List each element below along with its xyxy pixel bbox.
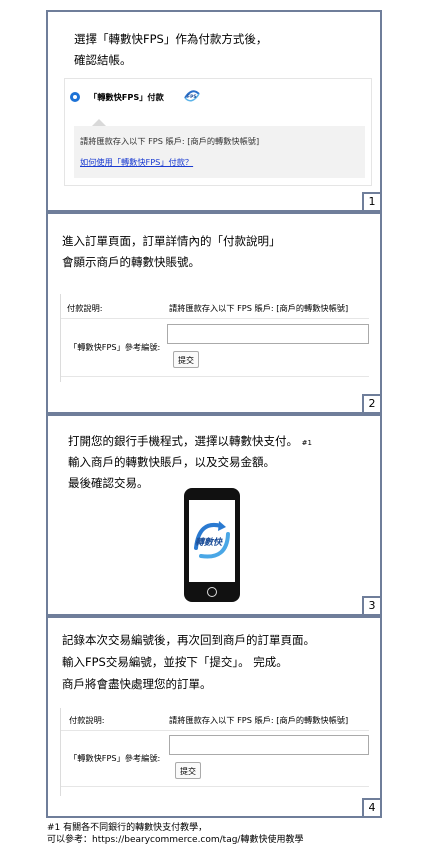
- form-divider: [61, 786, 369, 787]
- payment-note-label: 付款說明:: [67, 303, 103, 313]
- payment-option-box: 「轉數快FPS」付款 FPS 請將匯款存入以下 FPS 賬戶: [商戶的轉數快帳…: [64, 78, 372, 186]
- phone-screen: 轉數快: [189, 500, 235, 582]
- instruction-line-2: 確認結帳。: [74, 53, 132, 67]
- instruction-line-2: 輸入商戶的轉數快賬戶，以及交易金額。: [68, 455, 275, 469]
- step-number: 4: [362, 798, 382, 818]
- help-link[interactable]: 如何使用「轉數快FPS」付款？: [80, 156, 193, 168]
- order-payment-form: 付款說明: 請將匯款存入以下 FPS 賬戶: [商戶的轉數快帳號] 「轉數快FP…: [60, 294, 369, 382]
- step-panel-2: 進入訂單頁面，訂單詳情內的「付款說明」 會顯示商戶的轉數快賬號。 付款說明: 請…: [46, 212, 382, 414]
- instruction-line-2: 會顯示商戶的轉數快賬號。: [62, 255, 200, 269]
- submit-button[interactable]: 提交: [175, 762, 201, 779]
- fps-logo-icon: FPS: [184, 90, 200, 102]
- fps-radio-button[interactable]: [70, 92, 80, 102]
- step-number: 2: [362, 394, 382, 414]
- payment-note-value: 請將匯款存入以下 FPS 賬戶: [商戶的轉數快帳號]: [169, 303, 349, 313]
- reference-label: 「轉數快FPS」參考編號:: [69, 342, 161, 352]
- instruction-line-1: 選擇「轉數快FPS」作為付款方式後，: [74, 32, 268, 46]
- form-divider: [61, 318, 369, 319]
- step-panel-4: 記錄本次交易編號後，再次回到商戶的訂單頁面。 輸入FPS交易編號，並按下「提交」…: [46, 616, 382, 818]
- instruction-text: 打開您的銀行手機程式，選擇以轉數快支付。: [68, 434, 298, 448]
- instruction-line-1: 進入訂單頁面，訂單詳情內的「付款說明」: [62, 234, 281, 248]
- payment-note-label: 付款說明:: [69, 715, 105, 725]
- order-payment-form: 付款說明: 請將匯款存入以下 FPS 賬戶: [商戶的轉數快帳號] 「轉數快FP…: [60, 708, 369, 796]
- smartphone-illustration: 轉數快: [184, 488, 240, 602]
- step-number: 1: [362, 192, 382, 212]
- instruction-line-3: 商戶將會盡快處理您的訂單。: [62, 677, 212, 691]
- form-divider: [61, 376, 369, 377]
- instruction-line-1: 記錄本次交易編號後，再次回到商戶的訂單頁面。: [62, 633, 315, 647]
- footnote-line-1: #1 有關各不同銀行的轉數快支付教學，: [47, 823, 208, 833]
- callout-pointer: [92, 119, 106, 126]
- deposit-instruction: 請將匯款存入以下 FPS 賬戶: [商戶的轉數快帳號]: [80, 136, 260, 146]
- step-number: 3: [362, 596, 382, 616]
- phone-screen-logo: 轉數快: [195, 538, 223, 548]
- deposit-instruction-box: 請將匯款存入以下 FPS 賬戶: [商戶的轉數快帳號] 如何使用「轉數快FPS」…: [74, 126, 365, 178]
- reference-label: 「轉數快FPS」參考編號:: [69, 753, 161, 763]
- step-panel-1: 選擇「轉數快FPS」作為付款方式後， 確認結帳。 「轉數快FPS」付款 FPS …: [46, 10, 382, 212]
- fps-reference-input[interactable]: [169, 735, 369, 755]
- footnote-marker: #1: [301, 439, 312, 447]
- footnote-line-2: 可以參考：https://bearycommerce.com/tag/轉數快使用…: [47, 835, 304, 845]
- instruction-line-2: 輸入FPS交易編號，並按下「提交」。 完成。: [62, 655, 288, 669]
- payment-note-value: 請將匯款存入以下 FPS 賬戶: [商戶的轉數快帳號]: [169, 715, 349, 725]
- svg-text:FPS: FPS: [187, 94, 197, 100]
- payment-option-label[interactable]: 「轉數快FPS」付款: [89, 91, 164, 103]
- step-panel-3: 打開您的銀行手機程式，選擇以轉數快支付。 #1 輸入商戶的轉數快賬戶，以及交易金…: [46, 414, 382, 616]
- home-button: [207, 587, 217, 597]
- instruction-line-3: 最後確認交易。: [68, 476, 149, 490]
- form-divider: [61, 730, 369, 731]
- fps-reference-input[interactable]: [167, 324, 369, 344]
- submit-button[interactable]: 提交: [173, 351, 199, 368]
- instruction-line-1: 打開您的銀行手機程式，選擇以轉數快支付。 #1: [68, 431, 312, 454]
